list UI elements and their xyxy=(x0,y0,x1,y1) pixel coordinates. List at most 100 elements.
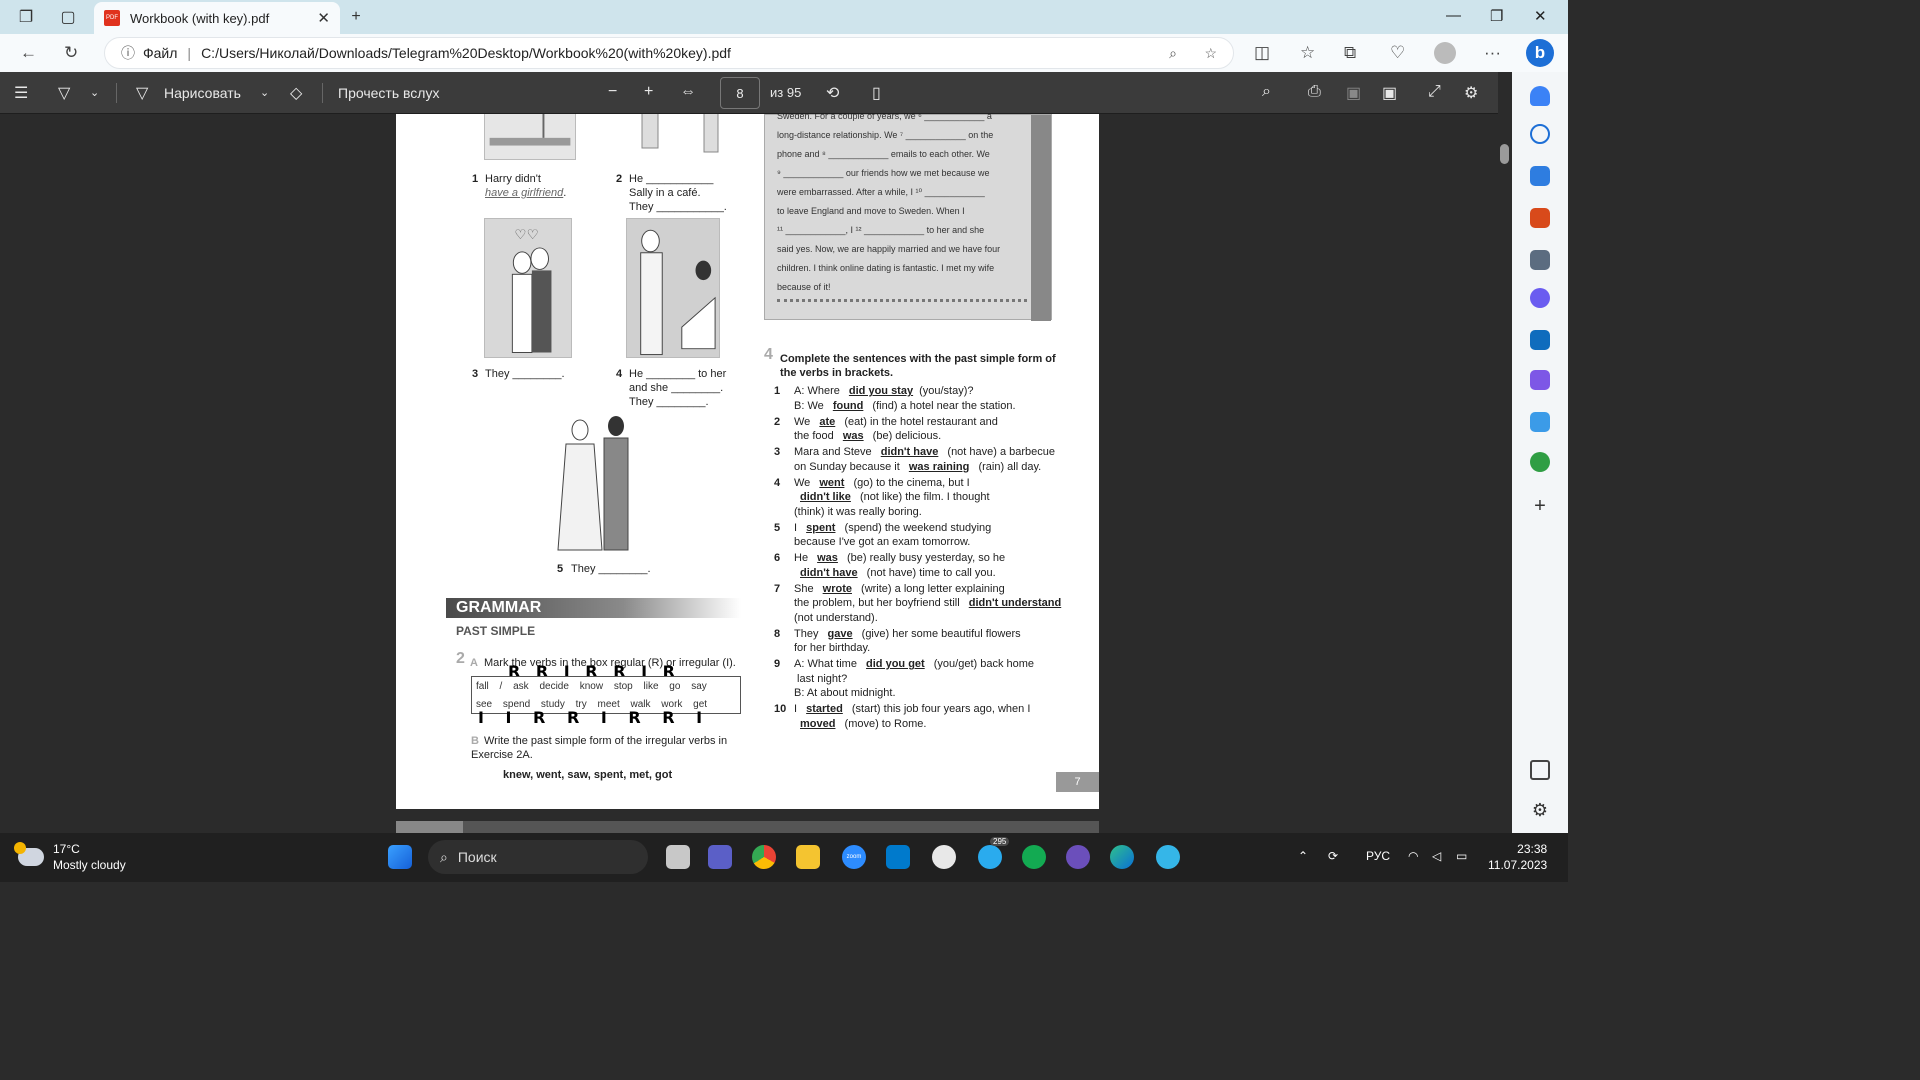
back-arrow-icon[interactable]: ← xyxy=(20,43,37,63)
ex4-line-rest: (start) this job four years ago, when I xyxy=(848,703,1031,715)
search-icon[interactable]: ⌕ xyxy=(1262,83,1271,101)
taskbar-clock[interactable]: 23:38 11.07.2023 xyxy=(1488,841,1547,873)
add-sidebar-icon[interactable]: + xyxy=(1530,496,1550,516)
contents-icon[interactable]: ☰ xyxy=(14,83,28,103)
taskbar-search-label: Поиск xyxy=(457,849,497,865)
read-aloud-button[interactable]: Прочесть вслух xyxy=(338,85,439,101)
settings-gear-icon[interactable]: ⚙ xyxy=(1464,83,1478,103)
draw-icon[interactable]: ▽ xyxy=(136,83,148,103)
ex4-line: because I've got an exam tomorrow. xyxy=(774,535,982,549)
word-icon[interactable] xyxy=(932,845,956,869)
app-globe-icon[interactable] xyxy=(1156,845,1180,869)
ex4-line: didn't like (not like) the film. I thoug… xyxy=(774,490,990,504)
info-icon[interactable]: ⓘ xyxy=(121,43,135,63)
chrome-icon[interactable] xyxy=(752,845,776,869)
minimize-icon[interactable]: — xyxy=(1446,7,1461,24)
collections-icon[interactable]: ⧉ xyxy=(1344,43,1356,63)
split-screen-icon[interactable]: ◫ xyxy=(1254,43,1270,63)
maximize-icon[interactable]: ❐ xyxy=(1490,7,1503,25)
ex4-answer: spent xyxy=(806,521,836,534)
sidebar-settings-gear-icon[interactable]: ⚙ xyxy=(1530,800,1550,820)
games-icon[interactable] xyxy=(1530,250,1550,270)
tools-briefcase-icon[interactable] xyxy=(1530,208,1550,228)
zoom-in-icon[interactable]: + xyxy=(644,83,653,101)
hide-sidebar-icon[interactable] xyxy=(1530,760,1550,780)
performance-icon[interactable]: ♡ xyxy=(1390,43,1405,63)
bing-chat-icon[interactable]: b xyxy=(1526,39,1554,67)
more-menu-icon[interactable]: ··· xyxy=(1484,43,1501,63)
ex4-item-number: 1 xyxy=(774,385,781,397)
volume-icon[interactable]: ◁ xyxy=(1432,849,1441,863)
battery-icon[interactable]: ▭ xyxy=(1456,849,1467,863)
rotate-icon[interactable]: ⟲ xyxy=(826,83,839,103)
close-window-icon[interactable]: ✕ xyxy=(1534,7,1547,25)
draw-chevron-icon[interactable]: ⌄ xyxy=(260,86,269,99)
save-as-icon[interactable]: ▣ xyxy=(1382,83,1397,103)
save-icon[interactable]: ▣ xyxy=(1346,83,1361,103)
designer-icon[interactable] xyxy=(1530,370,1550,390)
scrollbar-thumb[interactable] xyxy=(1500,144,1509,164)
favorites-icon[interactable]: ☆ xyxy=(1300,43,1315,63)
new-tab-icon[interactable]: + xyxy=(346,7,366,27)
weather-widget[interactable]: 17°C Mostly cloudy xyxy=(14,841,126,873)
address-separator: | xyxy=(187,45,192,61)
close-tab-icon[interactable]: ✕ xyxy=(317,9,330,27)
fullscreen-icon[interactable]: ⤢ xyxy=(1428,83,1441,101)
notifications-bell-icon[interactable] xyxy=(1530,86,1550,106)
outlook-icon[interactable] xyxy=(1530,330,1550,350)
task-view-icon[interactable] xyxy=(666,845,690,869)
eraser-icon[interactable]: ◇ xyxy=(290,83,302,103)
horizontal-scrollbar[interactable] xyxy=(396,821,1099,833)
draw-button[interactable]: Нарисовать xyxy=(164,85,241,101)
edge-icon[interactable] xyxy=(1110,845,1134,869)
tab-actions-icon[interactable]: ❐ xyxy=(16,7,36,27)
ex4-item-number: 4 xyxy=(774,476,781,489)
toolbar-divider xyxy=(322,83,323,103)
print-icon[interactable]: ⎙ xyxy=(1308,83,1321,101)
highlight-chevron-icon[interactable]: ⌄ xyxy=(90,86,99,99)
ex4-line-rest: (write) a long letter explaining xyxy=(857,582,1005,595)
ex1-item1-text: Harry didn't xyxy=(485,173,541,185)
ex4-answer: didn't like xyxy=(800,491,851,503)
vscode-icon[interactable] xyxy=(886,845,910,869)
ex4-line-rest: (move) to Rome. xyxy=(841,717,927,730)
horizontal-scroll-thumb[interactable] xyxy=(396,821,463,833)
taskbar-search[interactable]: ⌕ Поиск xyxy=(428,840,648,874)
vertical-tabs-icon[interactable]: ▢ xyxy=(58,7,78,27)
ex4-line-text: We xyxy=(794,415,814,428)
mongodb-icon[interactable] xyxy=(1022,845,1046,869)
zoom-icon[interactable]: ⌕ xyxy=(1169,45,1177,62)
favorite-star-icon[interactable]: ☆ xyxy=(1204,45,1217,62)
chat-icon[interactable] xyxy=(708,845,732,869)
grammar-heading: GRAMMAR xyxy=(446,598,741,618)
shopping-tag-icon[interactable] xyxy=(1530,166,1550,186)
search-icon[interactable] xyxy=(1530,124,1550,144)
profile-avatar[interactable] xyxy=(1434,42,1456,64)
zoom-app-icon[interactable]: zoom xyxy=(842,845,866,869)
edge-sidebar: + ⚙ xyxy=(1512,72,1568,833)
language-indicator[interactable]: РУС xyxy=(1366,849,1390,863)
send-icon[interactable] xyxy=(1530,412,1550,432)
ex4-answer xyxy=(896,687,908,699)
address-bar[interactable]: ⓘ Файл | C:/Users/Николай/Downloads/Tele… xyxy=(104,37,1234,69)
tray-sync-icon[interactable]: ⟳ xyxy=(1328,849,1338,863)
ex4-line-text: We xyxy=(794,476,814,489)
ex4-line: the food was (be) delicious. xyxy=(774,429,941,443)
tray-chevron-up-icon[interactable]: ⌃ xyxy=(1298,849,1308,863)
tab-workbook[interactable]: PDF Workbook (with key).pdf ✕ xyxy=(94,2,340,34)
page-number-input[interactable]: 8 xyxy=(720,77,760,109)
vertical-scrollbar[interactable] xyxy=(1498,72,1512,833)
highlight-icon[interactable]: ▽ xyxy=(58,83,70,103)
refresh-icon[interactable]: ↻ xyxy=(64,43,78,63)
page-view-icon[interactable]: ▯ xyxy=(872,83,881,103)
app-moon-icon[interactable] xyxy=(1066,845,1090,869)
zoom-out-icon[interactable]: − xyxy=(608,83,617,101)
windows-start-icon[interactable] xyxy=(388,845,412,869)
tree-icon[interactable] xyxy=(1530,452,1550,472)
grammar-subtitle: PAST SIMPLE xyxy=(456,624,536,638)
file-explorer-icon[interactable] xyxy=(796,845,820,869)
wifi-icon[interactable]: ◠ xyxy=(1408,849,1418,863)
fit-width-icon[interactable]: ⇔ xyxy=(680,83,696,101)
telegram-icon[interactable]: 295 xyxy=(978,837,1010,869)
microsoft-365-icon[interactable] xyxy=(1530,288,1550,308)
